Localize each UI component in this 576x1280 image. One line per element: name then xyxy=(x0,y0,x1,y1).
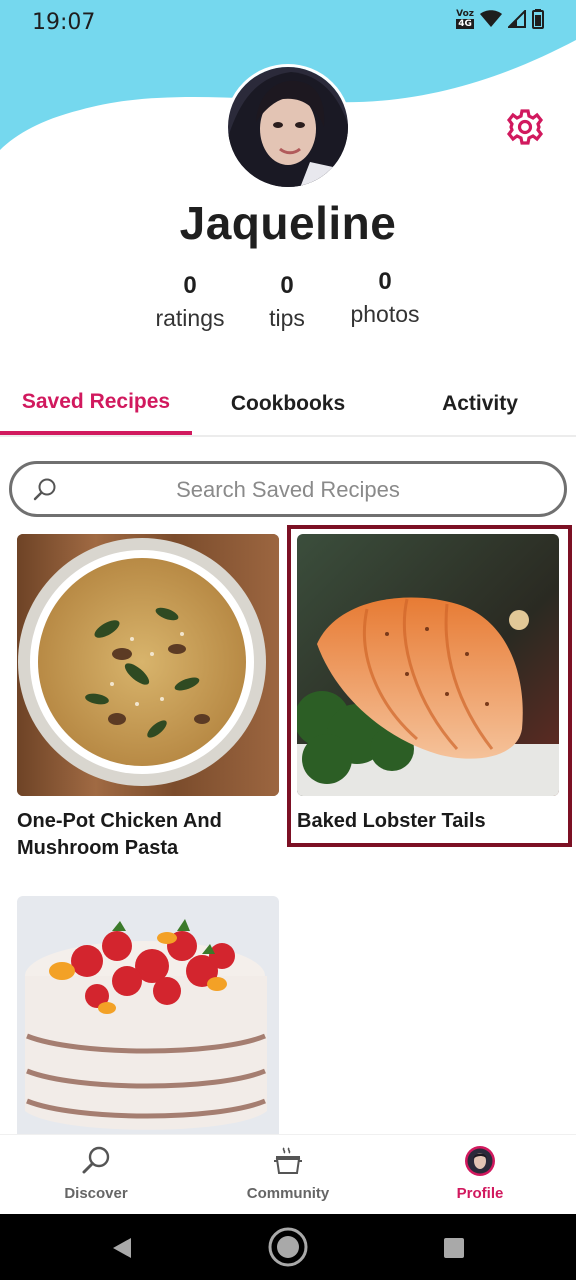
nav-profile-label: Profile xyxy=(456,1185,504,1202)
photos-count: 0 xyxy=(378,268,392,295)
network-badge: Voz 4G xyxy=(456,9,474,29)
status-icons: Voz 4G xyxy=(456,9,544,29)
nav-community[interactable]: Community xyxy=(192,1135,384,1215)
status-bar: 19:07 Voz 4G xyxy=(0,0,576,44)
recipe-image-cake xyxy=(17,896,279,1134)
ratings-label: ratings xyxy=(155,305,225,331)
search-icon xyxy=(33,478,56,501)
search-box[interactable] xyxy=(9,461,567,517)
stat-photos: 0 photos xyxy=(335,266,435,330)
tab-activity[interactable]: Activity xyxy=(384,372,576,435)
profile-tabs: Saved Recipes Cookbooks Activity xyxy=(0,372,576,437)
bottom-navigation: Discover Community Profile xyxy=(0,1134,576,1214)
home-icon[interactable] xyxy=(267,1226,309,1268)
network-label: Voz xyxy=(456,9,474,19)
network-type: 4G xyxy=(456,19,474,29)
nav-discover[interactable]: Discover xyxy=(0,1135,192,1215)
signal-icon xyxy=(508,10,526,28)
recipe-title: One-Pot Chicken And Mushroom Pasta xyxy=(17,810,222,859)
tips-count: 0 xyxy=(280,272,294,299)
ratings-count: 0 xyxy=(183,272,197,299)
avatar xyxy=(465,1146,495,1176)
stat-tips: 0 tips xyxy=(247,270,327,334)
recipe-image-pasta xyxy=(17,534,279,796)
photos-label: photos xyxy=(350,301,420,327)
search-icon xyxy=(82,1146,110,1174)
tab-saved-recipes[interactable]: Saved Recipes xyxy=(0,372,192,435)
system-navigation-bar xyxy=(0,1214,576,1280)
nav-community-label: Community xyxy=(246,1185,330,1202)
stat-ratings: 0 ratings xyxy=(140,270,240,334)
profile-avatar[interactable] xyxy=(225,64,351,190)
avatar-photo xyxy=(228,67,348,187)
tab-cookbooks[interactable]: Cookbooks xyxy=(192,372,384,435)
recipe-card[interactable]: Baked Lobster Tails xyxy=(297,534,559,835)
status-time: 19:07 xyxy=(32,10,96,35)
settings-gear-icon[interactable] xyxy=(506,108,544,146)
recipe-card[interactable] xyxy=(17,896,279,1146)
search-input[interactable] xyxy=(72,474,504,506)
battery-icon xyxy=(532,9,544,29)
profile-name: Jaqueline xyxy=(179,197,397,249)
pot-icon xyxy=(274,1147,302,1174)
nav-profile[interactable]: Profile xyxy=(384,1135,576,1215)
back-icon[interactable] xyxy=(111,1236,133,1260)
recipe-title: Baked Lobster Tails xyxy=(297,810,486,832)
recipe-card[interactable]: One-Pot Chicken And Mushroom Pasta xyxy=(17,534,279,862)
wifi-icon xyxy=(480,10,502,27)
recents-icon[interactable] xyxy=(444,1238,464,1258)
tips-label: tips xyxy=(269,305,305,331)
nav-discover-label: Discover xyxy=(64,1185,128,1202)
recipe-image-lobster xyxy=(297,534,559,796)
